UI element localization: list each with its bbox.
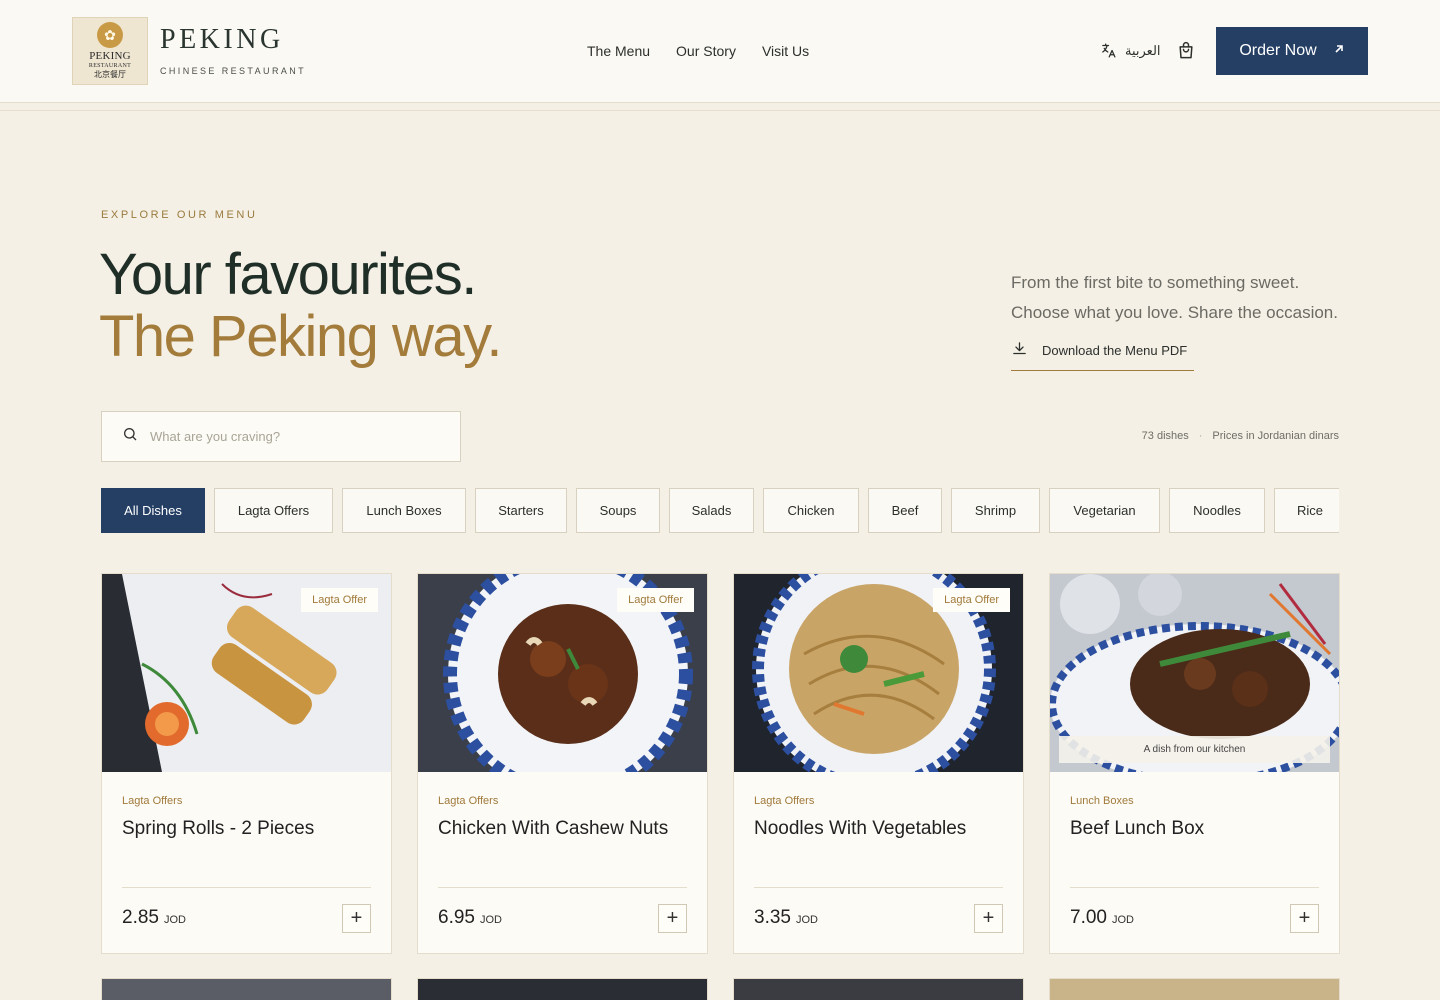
- dish-image: Lagta Offer: [418, 574, 707, 772]
- price-value: 7.00: [1070, 907, 1107, 928]
- dish-title: Spring Rolls - 2 Pieces: [122, 818, 315, 839]
- dish-card-peek[interactable]: [101, 978, 392, 1000]
- language-switch[interactable]: العربية: [1100, 42, 1161, 59]
- dish-title: Noodles With Vegetables: [754, 818, 967, 839]
- menu-meta: 73 dishes · Prices in Jordanian dinars: [1142, 430, 1339, 442]
- brand-name[interactable]: PEKING: [160, 24, 284, 56]
- tab-all-dishes[interactable]: All Dishes: [101, 488, 205, 533]
- tab-rice[interactable]: Rice: [1274, 488, 1339, 533]
- tab-lunch-boxes[interactable]: Lunch Boxes: [342, 488, 466, 533]
- site-header: ✿ PEKING RESTAURANT 北京餐厅 PEKING CHINESE …: [0, 0, 1440, 103]
- offer-badge: Lagta Offer: [301, 588, 378, 612]
- dish-image: Lagta Offer: [102, 574, 391, 772]
- dish-category: Lagta Offers: [438, 795, 499, 807]
- tab-salads[interactable]: Salads: [669, 488, 754, 533]
- dish-image: A dish from our kitchen: [1050, 574, 1339, 772]
- dish-image: Lagta Offer: [734, 574, 1023, 772]
- tab-starters[interactable]: Starters: [475, 488, 567, 533]
- logo-chinese-text: 北京餐厅: [94, 70, 126, 79]
- dish-card[interactable]: Lagta Offer Lagta Offers Chicken With Ca…: [417, 573, 708, 954]
- hero-description: From the first bite to something sweet. …: [1011, 268, 1351, 328]
- hero-text-line1: From the first bite to something sweet.: [1011, 273, 1300, 292]
- hero-title-line2: The Peking way.: [99, 304, 502, 369]
- plus-icon: +: [982, 907, 995, 929]
- category-tabs: All Dishes Lagta Offers Lunch Boxes Star…: [101, 488, 1339, 533]
- add-to-cart-button[interactable]: +: [1290, 904, 1319, 933]
- language-label: العربية: [1125, 42, 1161, 58]
- tab-chicken[interactable]: Chicken: [763, 488, 859, 533]
- main-nav: The Menu Our Story Visit Us: [587, 43, 809, 59]
- plus-icon: +: [666, 907, 679, 929]
- cart-icon[interactable]: [1176, 41, 1196, 61]
- price-currency: JOD: [795, 914, 818, 926]
- dish-price: 2.85 JOD: [122, 907, 186, 929]
- separator-dot: ·: [1198, 430, 1203, 442]
- tab-beef[interactable]: Beef: [868, 488, 942, 533]
- plus-icon: +: [350, 907, 363, 929]
- dish-title: Chicken With Cashew Nuts: [438, 818, 669, 839]
- dish-card-peek[interactable]: [417, 978, 708, 1000]
- dish-card[interactable]: Lagta Offer Lagta Offers Spring Rolls - …: [101, 573, 392, 954]
- search-icon: [122, 426, 138, 447]
- dish-price: 7.00 JOD: [1070, 907, 1134, 929]
- card-divider: [122, 887, 371, 888]
- logo-text: PEKING: [89, 50, 131, 62]
- add-to-cart-button[interactable]: +: [342, 904, 371, 933]
- dish-grid: Lagta Offer Lagta Offers Spring Rolls - …: [101, 573, 1340, 954]
- dish-card-peek[interactable]: [1049, 978, 1340, 1000]
- lotus-icon: ✿: [97, 22, 123, 48]
- arrow-up-right-icon: [1333, 42, 1345, 60]
- price-currency: JOD: [479, 914, 502, 926]
- offer-badge: Lagta Offer: [933, 588, 1010, 612]
- tab-vegetarian[interactable]: Vegetarian: [1049, 488, 1160, 533]
- download-icon: [1011, 340, 1028, 360]
- plus-icon: +: [1298, 907, 1311, 929]
- dish-price: 6.95 JOD: [438, 907, 502, 929]
- tab-noodles[interactable]: Noodles: [1169, 488, 1265, 533]
- search-box: [101, 411, 461, 462]
- dish-card-peek[interactable]: [733, 978, 1024, 1000]
- search-input[interactable]: [150, 429, 430, 444]
- nav-visit-us[interactable]: Visit Us: [762, 43, 809, 59]
- translate-icon: [1100, 42, 1117, 59]
- price-value: 6.95: [438, 907, 475, 928]
- logo-subtext: RESTAURANT: [88, 63, 132, 69]
- tab-shrimp[interactable]: Shrimp: [951, 488, 1040, 533]
- card-divider: [754, 887, 1003, 888]
- dish-title: Beef Lunch Box: [1070, 818, 1205, 839]
- hero-text-line2: Choose what you love. Share the occasion…: [1011, 303, 1338, 322]
- tab-lagta-offers[interactable]: Lagta Offers: [214, 488, 333, 533]
- logo[interactable]: ✿ PEKING RESTAURANT 北京餐厅: [72, 17, 148, 85]
- dish-category: Lunch Boxes: [1070, 795, 1134, 807]
- order-now-label: Order Now: [1239, 42, 1317, 59]
- card-divider: [438, 887, 687, 888]
- download-menu-pdf-link[interactable]: Download the Menu PDF: [1011, 340, 1194, 371]
- add-to-cart-button[interactable]: +: [974, 904, 1003, 933]
- price-value: 3.35: [754, 907, 791, 928]
- nav-our-story[interactable]: Our Story: [676, 43, 736, 59]
- currency-note: Prices in Jordanian dinars: [1212, 430, 1339, 442]
- dish-category: Lagta Offers: [754, 795, 815, 807]
- card-divider: [1070, 887, 1319, 888]
- dish-category: Lagta Offers: [122, 795, 183, 807]
- eyebrow: EXPLORE OUR MENU: [101, 209, 258, 221]
- brand-subtitle: CHINESE RESTAURANT: [160, 66, 307, 76]
- hero-title-line1: Your favourites.: [99, 242, 477, 307]
- nav-the-menu[interactable]: The Menu: [587, 43, 650, 59]
- add-to-cart-button[interactable]: +: [658, 904, 687, 933]
- next-row-preview: [101, 978, 1340, 1000]
- price-currency: JOD: [1111, 914, 1134, 926]
- dish-card[interactable]: Lagta Offer Lagta Offers Noodles With Ve…: [733, 573, 1024, 954]
- dish-price: 3.35 JOD: [754, 907, 818, 929]
- price-currency: JOD: [163, 914, 186, 926]
- price-value: 2.85: [122, 907, 159, 928]
- order-now-button[interactable]: Order Now: [1216, 27, 1368, 75]
- download-label: Download the Menu PDF: [1042, 342, 1188, 358]
- offer-badge: Lagta Offer: [617, 588, 694, 612]
- dish-card[interactable]: A dish from our kitchen Lunch Boxes Beef…: [1049, 573, 1340, 954]
- dish-count: 73 dishes: [1141, 430, 1189, 442]
- tab-soups[interactable]: Soups: [576, 488, 660, 533]
- image-caption: A dish from our kitchen: [1059, 736, 1330, 763]
- header-divider: [0, 110, 1440, 111]
